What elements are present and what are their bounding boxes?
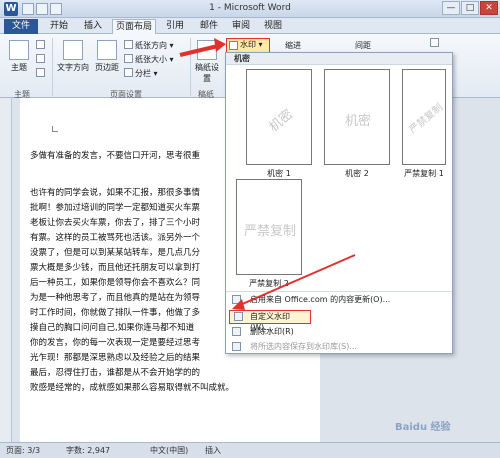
- status-language[interactable]: 中文(中国): [150, 443, 188, 458]
- status-bar: 页面: 3/3 字数: 2,947 中文(中国) 插入: [0, 442, 500, 458]
- status-words[interactable]: 字数: 2,947: [66, 443, 110, 458]
- status-mode[interactable]: 插入: [205, 443, 221, 458]
- annotation-arrows: [179, 38, 356, 310]
- status-page[interactable]: 页面: 3/3: [6, 443, 40, 458]
- arrow-to-custom-watermark: [232, 254, 356, 310]
- baidu-watermark: Baidu 经验: [395, 422, 451, 433]
- arrow-to-watermark: [179, 38, 226, 57]
